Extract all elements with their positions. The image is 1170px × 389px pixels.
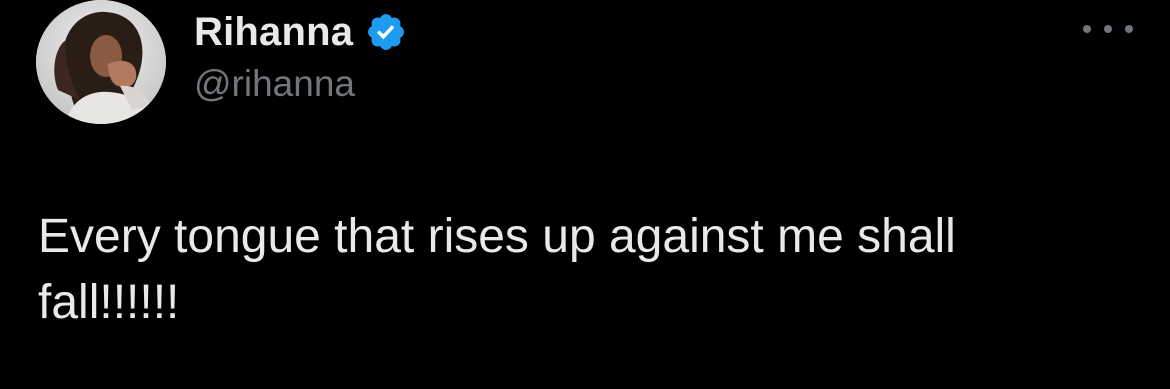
more-options-button[interactable] [1083, 14, 1133, 44]
tweet-text: Every tongue that rises up against me sh… [38, 210, 956, 329]
display-name[interactable]: Rihanna [194, 8, 353, 56]
verified-badge-icon [365, 11, 407, 53]
author-name-row[interactable]: Rihanna [194, 8, 407, 56]
profile-photo [36, 0, 166, 124]
avatar[interactable] [36, 0, 166, 124]
author-handle[interactable]: @rihanna [194, 62, 355, 106]
more-horizontal-icon [1125, 25, 1133, 33]
tweet-card: Rihanna @rihanna Every tongue that rises… [0, 0, 1170, 389]
more-horizontal-icon [1104, 25, 1112, 33]
more-horizontal-icon [1083, 25, 1091, 33]
